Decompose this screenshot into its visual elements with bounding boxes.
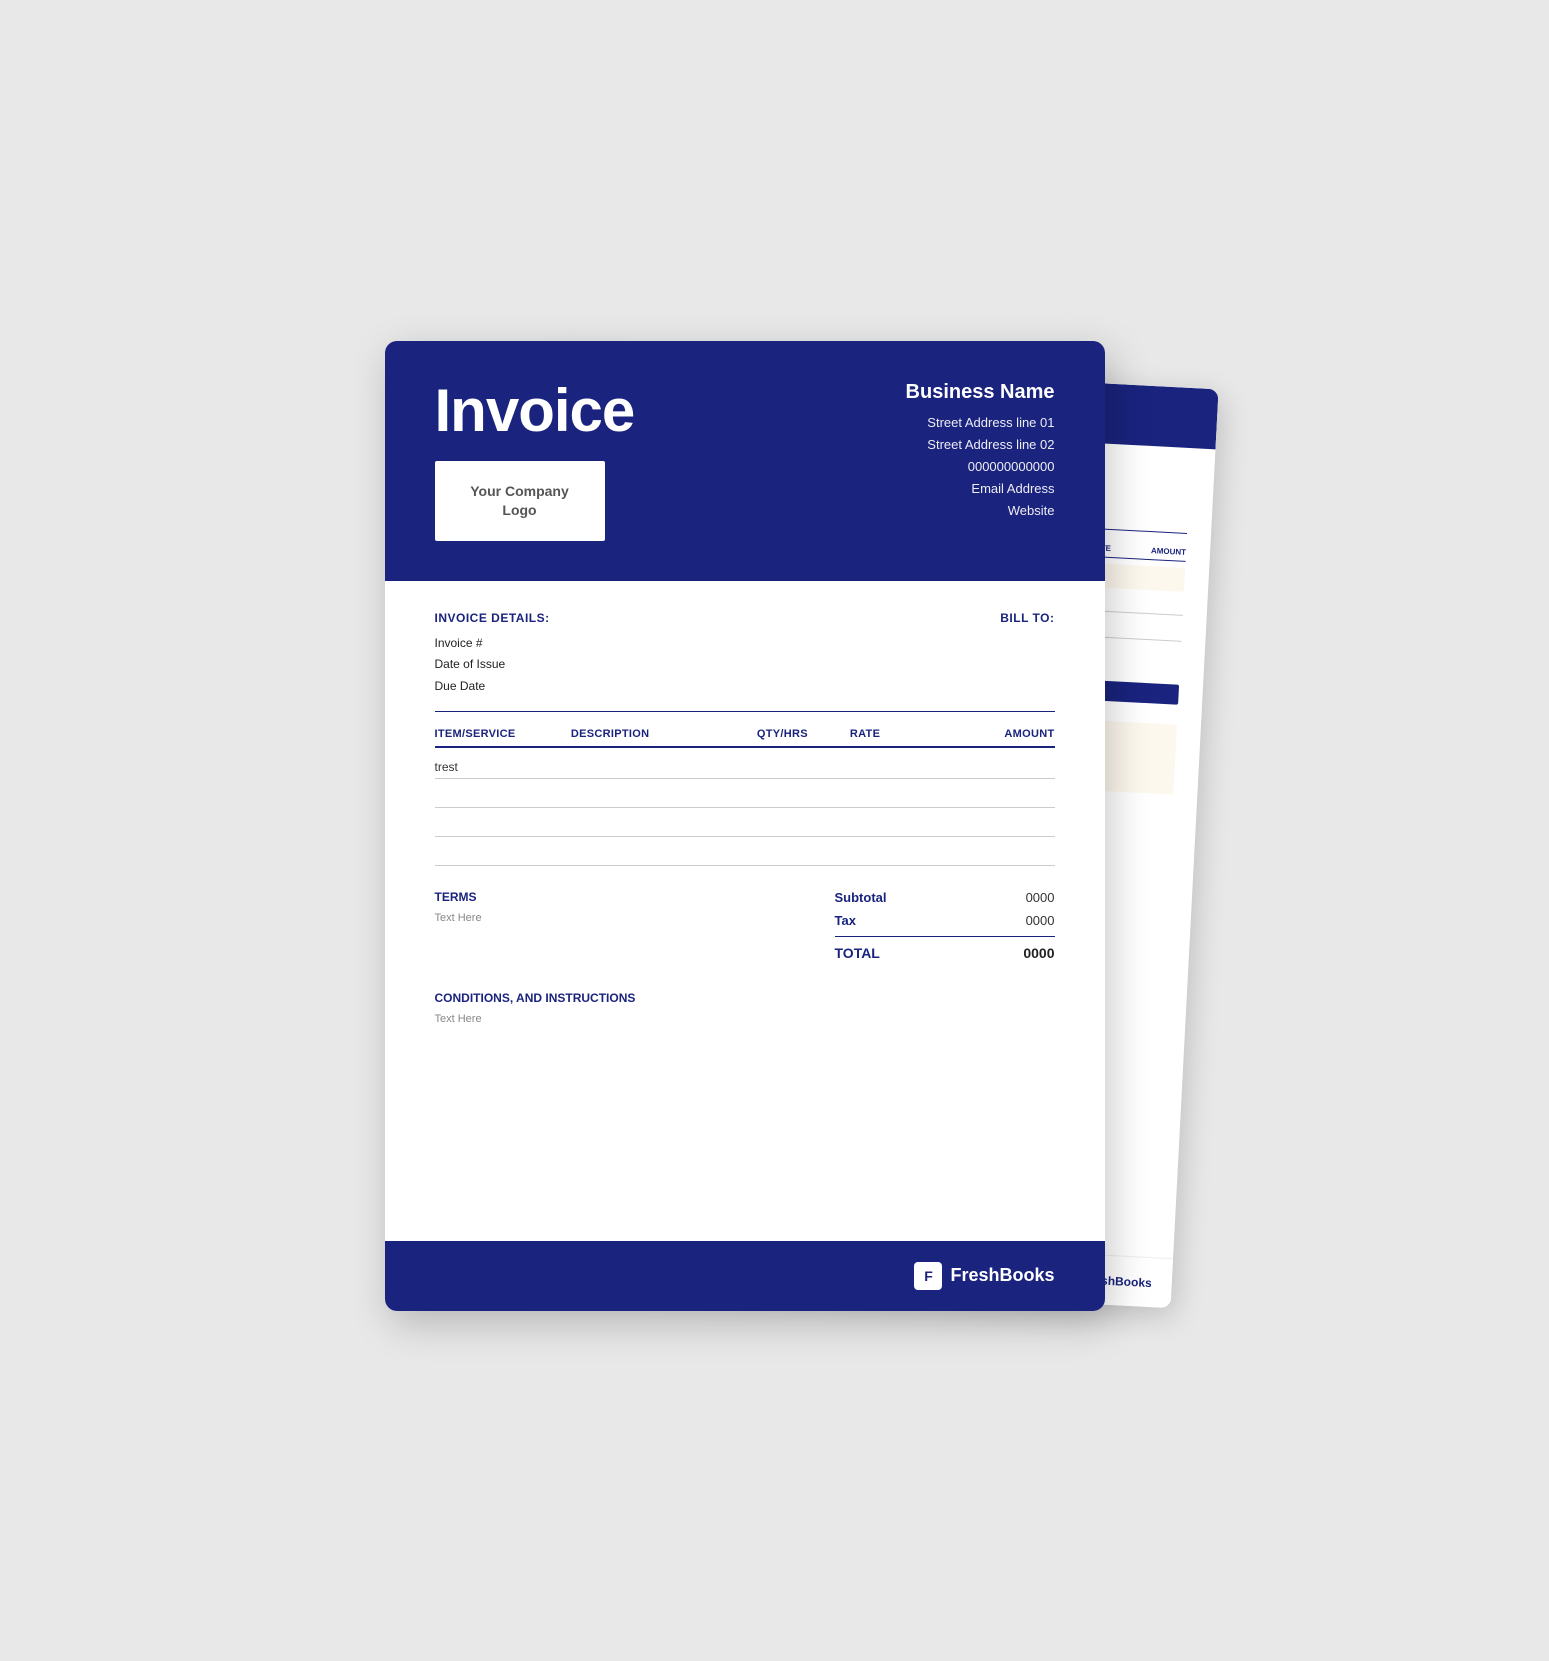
- row1-qty: [757, 747, 850, 779]
- freshbooks-text: FreshBooks: [950, 1265, 1054, 1286]
- street1: Street Address line 01: [906, 412, 1055, 434]
- logo-text: Your Company Logo: [470, 482, 569, 518]
- totals-section: Subtotal 0000 Tax 0000 TOTAL 0000: [835, 890, 1055, 961]
- invoice-details-label: INVOICE DETAILS:: [435, 611, 550, 625]
- items-table: ITEM/SERVICE DESCRIPTION QTY/HRS RATE AM…: [435, 728, 1055, 866]
- terms-label: TERMS: [435, 890, 835, 904]
- items-section: ITEM/SERVICE DESCRIPTION QTY/HRS RATE AM…: [435, 728, 1055, 866]
- subtotal-value: 0000: [1026, 890, 1055, 905]
- conditions-text: Text Here: [435, 1013, 1055, 1025]
- row3-amount: [943, 808, 1055, 837]
- divider-1: [435, 711, 1055, 712]
- row2-item: [435, 779, 571, 808]
- col-item-service: ITEM/SERVICE: [435, 728, 571, 747]
- table-row: trest: [435, 747, 1055, 779]
- street2: Street Address line 02: [906, 434, 1055, 456]
- header-left: Invoice Your Company Logo: [435, 381, 635, 541]
- col-qty: QTY/HRS: [757, 728, 850, 747]
- logo-box: Your Company Logo: [435, 461, 605, 541]
- row3-rate: [850, 808, 943, 837]
- col-description: DESCRIPTION: [571, 728, 757, 747]
- invoice-title: Invoice: [435, 381, 635, 441]
- invoice-details-left: INVOICE DETAILS: Invoice # Date of Issue…: [435, 611, 550, 698]
- table-row: [435, 779, 1055, 808]
- table-header-row: ITEM/SERVICE DESCRIPTION QTY/HRS RATE AM…: [435, 728, 1055, 747]
- logo-line2: Logo: [502, 502, 536, 518]
- total-value: 0000: [1023, 945, 1054, 961]
- col-amount: AMOUNT: [943, 728, 1055, 747]
- back-col-amount: AMOUNT: [1150, 546, 1186, 557]
- website: Website: [906, 500, 1055, 522]
- total-label: TOTAL: [835, 945, 880, 961]
- row4-amount: [943, 837, 1055, 866]
- invoice-footer: F FreshBooks: [385, 1241, 1105, 1311]
- row4-qty: [757, 837, 850, 866]
- row4-item: [435, 837, 571, 866]
- table-row: [435, 837, 1055, 866]
- bill-to-right: BILL TO:: [1000, 611, 1054, 625]
- due-date-label: Due Date: [435, 676, 550, 698]
- row2-rate: [850, 779, 943, 808]
- tax-value: 0000: [1026, 913, 1055, 928]
- header-right: Business Name Street Address line 01 Str…: [906, 381, 1055, 522]
- logo-line1: Your Company: [470, 483, 569, 499]
- row2-amount: [943, 779, 1055, 808]
- row3-desc: [571, 808, 757, 837]
- tax-line: Tax 0000: [835, 913, 1055, 928]
- row2-qty: [757, 779, 850, 808]
- conditions-label: CONDITIONS, AND INSTRUCTIONS: [435, 991, 1055, 1005]
- freshbooks-icon: F: [914, 1262, 942, 1290]
- total-divider: [835, 936, 1055, 937]
- terms-section: TERMS Text Here: [435, 890, 835, 924]
- total-final-line: TOTAL 0000: [835, 945, 1055, 961]
- row3-item: [435, 808, 571, 837]
- date-of-issue-label: Date of Issue: [435, 654, 550, 676]
- bill-to-label: BILL TO:: [1000, 611, 1054, 625]
- row3-qty: [757, 808, 850, 837]
- row1-rate: [850, 747, 943, 779]
- business-name: Business Name: [906, 381, 1055, 404]
- invoice-body: INVOICE DETAILS: Invoice # Date of Issue…: [385, 581, 1105, 1056]
- tax-label: Tax: [835, 913, 856, 928]
- freshbooks-logo: F FreshBooks: [914, 1262, 1054, 1290]
- row2-desc: [571, 779, 757, 808]
- bottom-section: TERMS Text Here Subtotal 0000 Tax 0000 T…: [435, 890, 1055, 961]
- email: Email Address: [906, 478, 1055, 500]
- subtotal-label: Subtotal: [835, 890, 887, 905]
- row4-rate: [850, 837, 943, 866]
- row4-desc: [571, 837, 757, 866]
- invoice-scene: INVOICE DETAILS: Invoice # 0000 Date of …: [385, 341, 1165, 1321]
- table-row: [435, 808, 1055, 837]
- row1-amount: [943, 747, 1055, 779]
- invoice-header: Invoice Your Company Logo Business Name …: [385, 341, 1105, 581]
- row1-desc: [571, 747, 757, 779]
- conditions-section: CONDITIONS, AND INSTRUCTIONS Text Here: [435, 991, 1055, 1025]
- business-info: Street Address line 01 Street Address li…: [906, 412, 1055, 522]
- invoice-number-label: Invoice #: [435, 633, 550, 655]
- terms-text: Text Here: [435, 912, 835, 924]
- subtotal-line: Subtotal 0000: [835, 890, 1055, 905]
- row1-item: trest: [435, 747, 571, 779]
- phone: 000000000000: [906, 456, 1055, 478]
- details-row: INVOICE DETAILS: Invoice # Date of Issue…: [435, 611, 1055, 698]
- col-rate: RATE: [850, 728, 943, 747]
- invoice-front: Invoice Your Company Logo Business Name …: [385, 341, 1105, 1311]
